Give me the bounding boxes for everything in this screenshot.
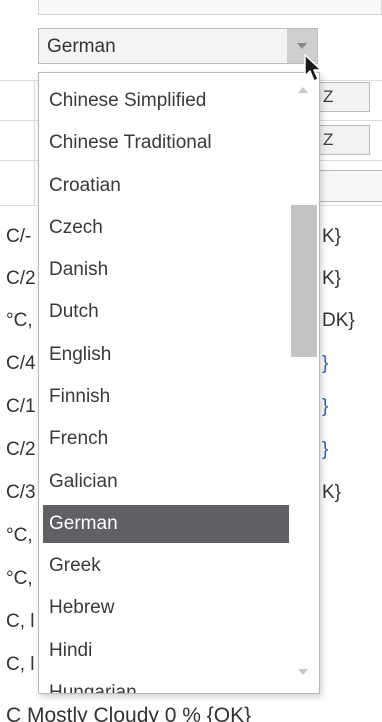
row-fragment: °C, (6, 568, 33, 589)
status-fragment: } (322, 396, 329, 417)
row-fragment: °C, (6, 525, 33, 546)
row-fragment: C/2 (6, 439, 36, 460)
language-select-value: German (47, 36, 116, 57)
option-german[interactable]: German (43, 504, 289, 543)
row-fragment: C/4 (6, 353, 36, 374)
dropdown-scrollbar[interactable] (289, 73, 317, 693)
status-fragment: } (322, 353, 329, 374)
scroll-down-arrow-icon[interactable] (298, 669, 308, 675)
row-fragment: °C, (6, 310, 33, 331)
option-chinese-traditional[interactable]: Chinese Traditional (43, 122, 289, 164)
language-select[interactable]: German (38, 28, 318, 64)
option-danish[interactable]: Danish (43, 249, 289, 291)
row-fragment: C, l (6, 654, 35, 675)
status-fragment: K} (322, 268, 342, 289)
time-field[interactable]: Z (318, 82, 370, 112)
option-galician[interactable]: Galician (43, 461, 289, 503)
status-fragment: } (322, 439, 329, 460)
input-field-fragment[interactable] (318, 170, 382, 202)
status-fragment: DK} (322, 310, 355, 331)
option-hindi[interactable]: Hindi (43, 630, 289, 672)
option-french[interactable]: French (43, 418, 289, 460)
time-field-label: Z (323, 130, 334, 149)
language-dropdown-list[interactable]: Chinese Simplified Chinese Traditional C… (38, 72, 320, 694)
status-fragment: K} (322, 226, 342, 247)
option-finnish[interactable]: Finnish (43, 376, 289, 418)
scroll-up-arrow-icon[interactable] (298, 87, 308, 93)
divider (34, 80, 35, 205)
row-fragment: C, l (6, 611, 35, 632)
option-english[interactable]: English (43, 334, 289, 376)
time-field-label: Z (323, 87, 334, 106)
option-chinese-simplified[interactable]: Chinese Simplified (43, 80, 289, 122)
status-fragment: K} (322, 482, 342, 503)
row-fragment: C/3 (6, 482, 36, 503)
scrollbar-thumb[interactable] (291, 205, 317, 357)
option-croatian[interactable]: Croatian (43, 165, 289, 207)
option-czech[interactable]: Czech (43, 207, 289, 249)
top-field-fragment (38, 0, 382, 15)
option-greek[interactable]: Greek (43, 545, 289, 587)
time-field[interactable]: Z (318, 125, 370, 155)
weather-row: C Mostly Cloudy 0 % {OK} (6, 704, 252, 722)
option-dutch[interactable]: Dutch (43, 291, 289, 333)
row-fragment: C/2 (6, 268, 36, 289)
option-hebrew[interactable]: Hebrew (43, 587, 289, 629)
mouse-cursor-icon (304, 54, 322, 82)
row-fragment: C/1 (6, 396, 36, 417)
option-hungarian[interactable]: Hungarian (43, 672, 289, 693)
row-fragment: C/- (6, 226, 32, 247)
